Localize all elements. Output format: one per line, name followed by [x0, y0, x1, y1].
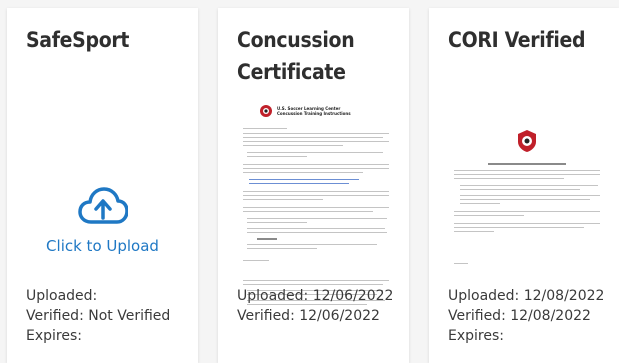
document-thumbnail[interactable]: U.S. Soccer Learning Center Concussion T… [237, 100, 395, 312]
document-card-safesport: SafeSport Click to Upload Uploaded: Veri… [7, 8, 198, 363]
click-to-upload-link[interactable]: Click to Upload [7, 237, 198, 255]
card-title: SafeSport [26, 28, 130, 52]
card-meta: Uploaded: 12/08/2022 Verified: 12/08/202… [448, 286, 604, 346]
uploaded-date: Uploaded: 12/06/2022 [237, 288, 394, 304]
card-title: CORI Verified [448, 28, 586, 52]
uploaded-date: Uploaded: 12/08/2022 [448, 288, 605, 304]
cloud-upload-icon[interactable] [78, 186, 128, 226]
verified-date: Verified: 12/08/2022 [448, 308, 591, 324]
card-title: Concussion Certificate [237, 28, 355, 84]
uploaded-label: Uploaded: [26, 288, 98, 304]
soccer-crest-icon [260, 105, 272, 117]
card-meta: Uploaded: Verified: Not Verified Expires… [26, 286, 170, 346]
document-thumbnail[interactable] [448, 123, 606, 271]
verified-status: Verified: Not Verified [26, 308, 171, 324]
document-card-concussion: Concussion Certificate U.S. Soccer Learn… [218, 8, 409, 363]
soccer-crest-icon [518, 130, 536, 152]
expires-label: Expires: [448, 328, 504, 344]
card-meta: Uploaded: 12/06/2022 Verified: 12/06/202… [237, 286, 393, 326]
expires-label: Expires: [26, 328, 82, 344]
doc-heading-2: Concussion Training Instructions [277, 111, 351, 116]
verified-date: Verified: 12/06/2022 [237, 308, 380, 324]
document-card-cori: CORI Verified Uploaded: 12/08/2022 Verif… [429, 8, 619, 363]
